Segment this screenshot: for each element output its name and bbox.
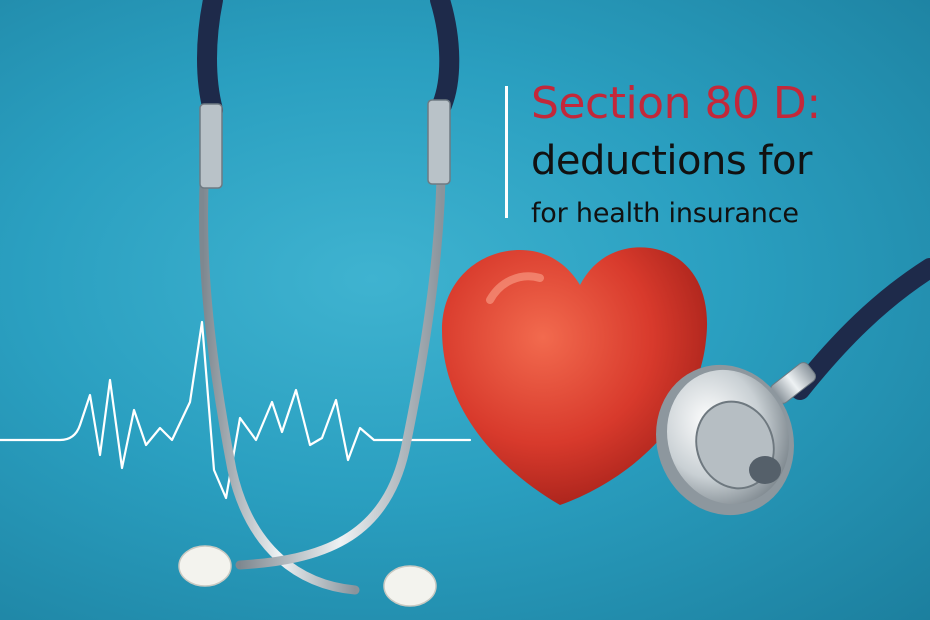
headline: Section 80 D: deductions for for health …: [505, 78, 915, 229]
stethoscope-icon: [178, 0, 460, 607]
headline-line-1: Section 80 D:: [531, 78, 821, 129]
headline-divider: [505, 86, 508, 218]
banner: Section 80 D: deductions for for health …: [0, 0, 930, 620]
headline-line-3: for health insurance: [531, 198, 799, 229]
headline-line-2: deductions for: [531, 138, 812, 184]
